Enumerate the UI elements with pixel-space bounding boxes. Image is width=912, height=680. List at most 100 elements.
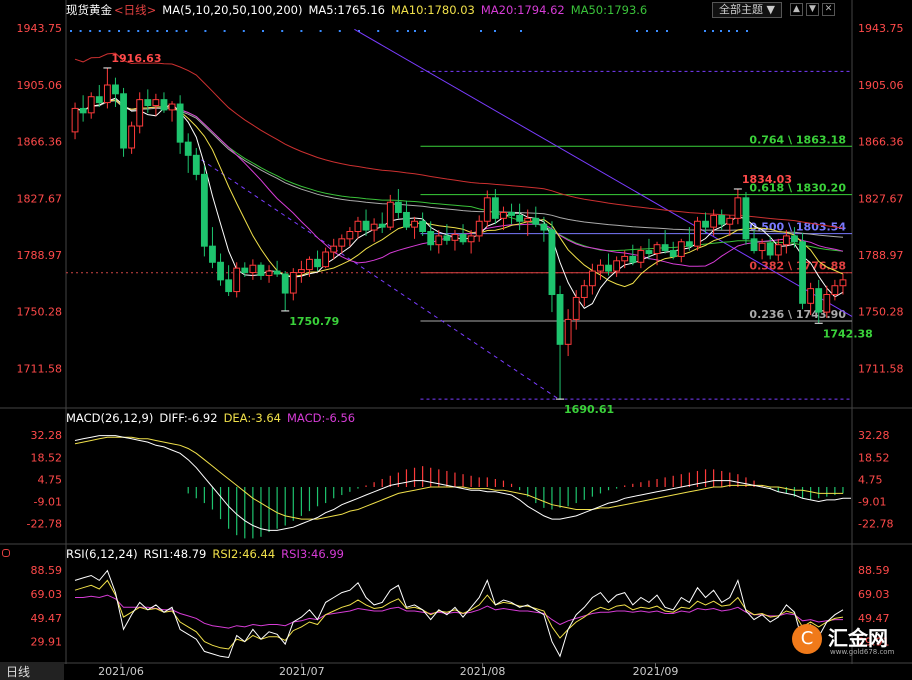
candle-body bbox=[475, 220, 483, 237]
candle-body bbox=[694, 220, 701, 247]
y-tick-label-right: 1943.75 bbox=[858, 22, 904, 35]
y-tick-label-left: 1866.36 bbox=[17, 136, 63, 149]
chevron-down-icon: ▼ bbox=[766, 3, 775, 16]
y-tick-label-left: 1943.75 bbox=[17, 22, 63, 35]
signal-dot bbox=[70, 30, 72, 32]
rsi2-value: RSI2:46.44 bbox=[212, 547, 276, 561]
candle-body bbox=[112, 84, 119, 95]
macd-y-tick-left: -9.01 bbox=[34, 495, 62, 508]
candle-body bbox=[702, 220, 709, 228]
signal-dot bbox=[646, 30, 648, 32]
candle-body bbox=[564, 318, 572, 345]
candle-body bbox=[370, 223, 378, 231]
candle-body bbox=[661, 244, 669, 252]
candle-body bbox=[653, 244, 661, 254]
candle-body bbox=[556, 294, 564, 345]
period-tab[interactable]: 日线 bbox=[0, 664, 64, 680]
candle-body bbox=[782, 235, 790, 246]
signal-dot bbox=[223, 30, 226, 32]
candle-body bbox=[766, 242, 774, 256]
macd-y-tick-right: 4.75 bbox=[858, 473, 883, 486]
candle-body bbox=[87, 96, 95, 114]
signal-dot bbox=[300, 30, 303, 32]
candle-body bbox=[621, 255, 629, 262]
candle-body bbox=[265, 270, 273, 276]
candle-body bbox=[839, 279, 847, 287]
signal-dot bbox=[156, 30, 159, 32]
candle-body bbox=[120, 93, 127, 149]
scroll-up-icon[interactable]: ▲ bbox=[790, 3, 803, 16]
candle-body bbox=[710, 214, 718, 228]
y-tick-label-left: 1827.67 bbox=[17, 192, 63, 205]
signal-dot bbox=[281, 30, 284, 32]
macd-dea-line bbox=[74, 436, 843, 520]
candle-body bbox=[524, 217, 532, 222]
candle-body bbox=[168, 103, 176, 111]
signal-dot bbox=[175, 30, 178, 32]
candle-body bbox=[685, 241, 693, 247]
candle-body bbox=[774, 244, 782, 256]
candle-body bbox=[233, 267, 241, 293]
rsi-y-tick-left: 49.47 bbox=[31, 612, 63, 625]
candle-body bbox=[734, 197, 742, 219]
candle-body bbox=[588, 270, 596, 287]
candle-body bbox=[103, 84, 111, 104]
candle-body bbox=[354, 220, 362, 233]
theme-select[interactable]: 全部主题 ▼ bbox=[712, 2, 782, 18]
y-tick-label-right: 1788.97 bbox=[858, 249, 904, 262]
candle-body bbox=[791, 235, 798, 243]
candle-body bbox=[807, 288, 815, 304]
trend-line bbox=[187, 150, 561, 401]
rsi-y-tick-right: 88.59 bbox=[858, 564, 890, 577]
candle-body bbox=[306, 258, 313, 271]
signal-dot bbox=[79, 30, 82, 32]
candle-body bbox=[718, 214, 726, 225]
candle-body bbox=[758, 242, 766, 252]
candle-body bbox=[742, 197, 750, 240]
candle-body bbox=[613, 260, 621, 272]
candle-body bbox=[427, 231, 435, 246]
candle-body bbox=[637, 250, 645, 263]
signal-dot bbox=[520, 30, 522, 32]
signal-dot bbox=[636, 30, 638, 32]
ma20-value: MA20:1794.62 bbox=[480, 3, 565, 17]
fib-level-label: 0.764 \ 1863.18 bbox=[749, 133, 846, 146]
candle-body bbox=[241, 267, 249, 274]
candle-body bbox=[491, 197, 499, 219]
y-tick-label-right: 1827.67 bbox=[858, 192, 904, 205]
chart-canvas[interactable]: 1943.75 1943.75 1905.06 1905.06 1866.36 1866.… bbox=[0, 0, 912, 680]
rsi-marker-icon bbox=[2, 549, 10, 557]
candle-body bbox=[297, 269, 305, 274]
scroll-down-icon[interactable]: ▼ bbox=[806, 3, 819, 16]
macd-dea: DEA:-3.64 bbox=[223, 411, 281, 425]
rsi2-line bbox=[74, 579, 844, 650]
signal-dot bbox=[396, 30, 399, 32]
rsi-y-tick-left: 69.03 bbox=[31, 588, 63, 601]
instrument-title: 现货黄金 bbox=[66, 3, 112, 17]
period-label[interactable]: <日线> bbox=[114, 3, 156, 17]
candle-body bbox=[144, 99, 152, 107]
close-icon[interactable]: ✕ bbox=[822, 3, 835, 16]
candle-body bbox=[314, 258, 321, 268]
candle-body bbox=[209, 245, 216, 263]
macd-y-tick-left: 4.75 bbox=[38, 473, 63, 486]
candle-body bbox=[362, 220, 370, 231]
candle-body bbox=[322, 251, 330, 268]
candle-body bbox=[726, 217, 734, 225]
candle-body bbox=[386, 201, 394, 228]
candle-body bbox=[467, 235, 475, 243]
candle-body bbox=[669, 250, 677, 257]
rsi-label: RSI(6,12,24) bbox=[66, 547, 138, 561]
y-tick-label-left: 1750.28 bbox=[17, 306, 63, 319]
candle-body bbox=[378, 223, 386, 228]
candle-body bbox=[152, 99, 160, 107]
brand-logo: C 汇金网 www.gold678.com bbox=[790, 620, 908, 660]
candle-body bbox=[823, 294, 831, 313]
signal-dot bbox=[414, 30, 416, 32]
signal-dot bbox=[712, 30, 714, 32]
main-header: 现货黄金 <日线> MA(5,10,20,50,100,200) MA5:1765.1… bbox=[66, 2, 653, 18]
candle-body bbox=[257, 264, 265, 276]
ma10-line bbox=[74, 99, 844, 288]
candle-body bbox=[225, 279, 233, 293]
signal-dot bbox=[127, 30, 130, 32]
